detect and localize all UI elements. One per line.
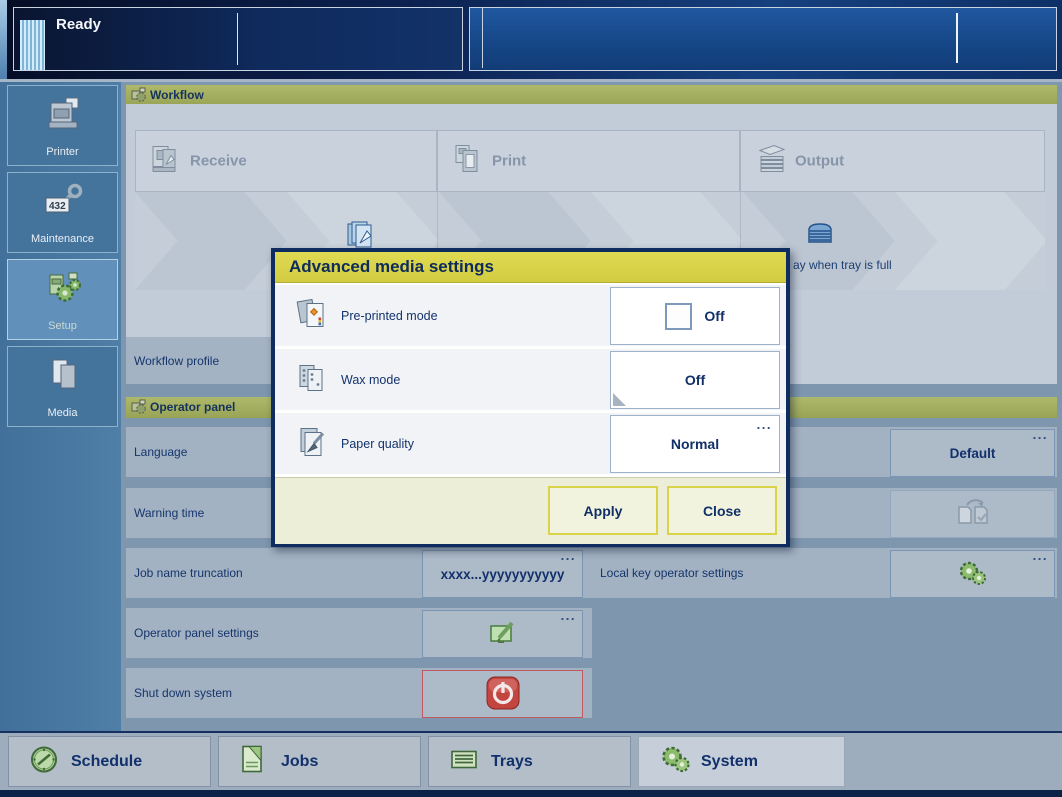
media-sheets-icon bbox=[8, 357, 117, 398]
tab-label: Trays bbox=[491, 753, 533, 771]
copy-documents-icon bbox=[953, 497, 993, 532]
close-button[interactable]: Close bbox=[667, 486, 777, 535]
more-options-dots: ... bbox=[1033, 427, 1048, 442]
print-icon bbox=[451, 143, 485, 180]
status-panel-right-subdivider bbox=[482, 8, 483, 68]
dialog-row-pre-printed-mode: Pre-printed mode Off bbox=[275, 285, 786, 346]
setup-gears-icon bbox=[8, 270, 117, 311]
job-name-truncation-value-button[interactable]: xxxx...yyyyyyyyyyy ... bbox=[422, 550, 583, 598]
apply-button[interactable]: Apply bbox=[548, 486, 658, 535]
trays-icon bbox=[449, 747, 479, 776]
schedule-clock-icon bbox=[29, 744, 59, 779]
dialog-row-label: Pre-printed mode bbox=[341, 309, 438, 323]
sidebar-item-label: Media bbox=[8, 407, 117, 419]
advanced-media-settings-dialog: Advanced media settings Pre-printed mode… bbox=[271, 248, 790, 547]
pre-printed-mode-value: Off bbox=[704, 308, 724, 324]
setting-label: Job name truncation bbox=[134, 548, 243, 598]
dropdown-corner-triangle bbox=[613, 393, 626, 406]
edit-screen-icon bbox=[487, 619, 519, 650]
workflow-section-header: Workflow bbox=[126, 85, 1057, 105]
power-icon bbox=[483, 673, 523, 716]
chevron-decoration bbox=[895, 192, 1045, 290]
operator-panel-gear-icon bbox=[131, 399, 147, 422]
dialog-title: Advanced media settings bbox=[275, 252, 786, 283]
tab-schedule[interactable]: Schedule bbox=[8, 736, 211, 787]
status-panel-right bbox=[469, 7, 1057, 71]
job-name-truncation-value: xxxx...yyyyyyyyyyy bbox=[441, 567, 565, 582]
tab-system[interactable]: System bbox=[638, 736, 845, 787]
sidebar-item-maintenance[interactable]: 432 Maintenance bbox=[7, 172, 118, 253]
status-panel-left: Ready bbox=[13, 7, 463, 71]
more-options-dots: ... bbox=[1033, 548, 1048, 563]
setting-label: Warning time bbox=[134, 488, 204, 538]
workflow-step-label: Print bbox=[492, 153, 526, 170]
chevron-decoration bbox=[135, 192, 287, 290]
paper-quality-icon bbox=[295, 424, 327, 463]
tray-full-icon bbox=[806, 222, 834, 251]
maintenance-icon: 432 bbox=[8, 183, 117, 224]
workflow-step-output: Output bbox=[740, 130, 1045, 192]
pre-printed-mode-icon bbox=[295, 296, 327, 335]
sidebar-item-media[interactable]: Media bbox=[7, 346, 118, 427]
pre-printed-mode-toggle-button[interactable]: Off bbox=[610, 287, 780, 345]
operator-panel-settings-button[interactable]: ... bbox=[422, 610, 583, 658]
wax-mode-icon bbox=[295, 360, 327, 399]
operator-panel-section-title: Operator panel bbox=[150, 397, 235, 418]
receive-icon bbox=[149, 143, 183, 180]
workflow-step-label: Output bbox=[795, 153, 844, 170]
printer-icon bbox=[8, 96, 117, 137]
tab-label: Jobs bbox=[281, 753, 318, 771]
setting-label: Operator panel settings bbox=[134, 608, 259, 658]
dialog-row-label: Paper quality bbox=[341, 437, 414, 451]
status-panel-divider bbox=[237, 13, 238, 65]
tab-label: System bbox=[701, 753, 758, 771]
status-ready-label: Ready bbox=[56, 16, 101, 33]
sidebar-item-label: Setup bbox=[8, 320, 117, 332]
local-key-operator-settings-button[interactable]: ... bbox=[890, 550, 1055, 598]
printer-control-screen: Ready Printer 432 bbox=[0, 0, 1062, 797]
output-icon bbox=[754, 143, 790, 180]
system-gears-icon bbox=[659, 744, 693, 779]
status-panel-right-marker bbox=[956, 13, 958, 63]
sidebar-item-printer[interactable]: Printer bbox=[7, 85, 118, 166]
status-bar: Ready bbox=[0, 0, 1062, 79]
more-options-dots: ... bbox=[561, 548, 576, 563]
pre-printed-mode-checkbox[interactable] bbox=[665, 303, 692, 330]
sidebar-item-label: Maintenance bbox=[8, 233, 117, 245]
wax-mode-value: Off bbox=[685, 372, 705, 388]
tab-jobs[interactable]: Jobs bbox=[218, 736, 421, 787]
default-value: Default bbox=[950, 446, 996, 461]
sidebar-item-setup[interactable]: Setup bbox=[7, 259, 118, 340]
setting-label: Local key operator settings bbox=[600, 548, 743, 598]
status-bar-edge-decoration bbox=[0, 0, 7, 79]
tray-full-note: ay when tray is full bbox=[793, 258, 892, 272]
maintenance-counter-text: 432 bbox=[49, 201, 66, 212]
shut-down-system-button[interactable] bbox=[422, 670, 583, 718]
workflow-step-print: Print bbox=[437, 130, 740, 192]
tab-label: Schedule bbox=[71, 753, 142, 771]
dialog-row-wax-mode: Wax mode Off bbox=[275, 349, 786, 410]
setting-label: Language bbox=[134, 427, 187, 477]
dialog-row-paper-quality: Paper quality Normal ... bbox=[275, 413, 786, 474]
tab-trays[interactable]: Trays bbox=[428, 736, 631, 787]
dialog-row-label: Wax mode bbox=[341, 373, 400, 387]
more-options-dots: ... bbox=[757, 417, 772, 432]
jobs-document-icon bbox=[239, 744, 267, 779]
paper-quality-value: Normal bbox=[671, 436, 719, 452]
dialog-footer: Apply Close bbox=[275, 477, 786, 544]
status-stripes-decoration bbox=[20, 20, 45, 70]
wax-mode-select-button[interactable]: Off bbox=[610, 351, 780, 409]
paper-quality-select-button[interactable]: Normal ... bbox=[610, 415, 780, 473]
copy-settings-button[interactable] bbox=[890, 490, 1055, 538]
sidebar-item-label: Printer bbox=[8, 146, 117, 158]
gears-icon bbox=[957, 559, 989, 590]
setting-label: Shut down system bbox=[134, 668, 232, 718]
default-value-button[interactable]: Default ... bbox=[890, 429, 1055, 477]
more-options-dots: ... bbox=[561, 608, 576, 623]
workflow-profile-label: Workflow profile bbox=[134, 337, 219, 384]
workflow-step-receive: Receive bbox=[135, 130, 437, 192]
workflow-section-title: Workflow bbox=[150, 85, 204, 105]
workflow-step-label: Receive bbox=[190, 153, 247, 170]
